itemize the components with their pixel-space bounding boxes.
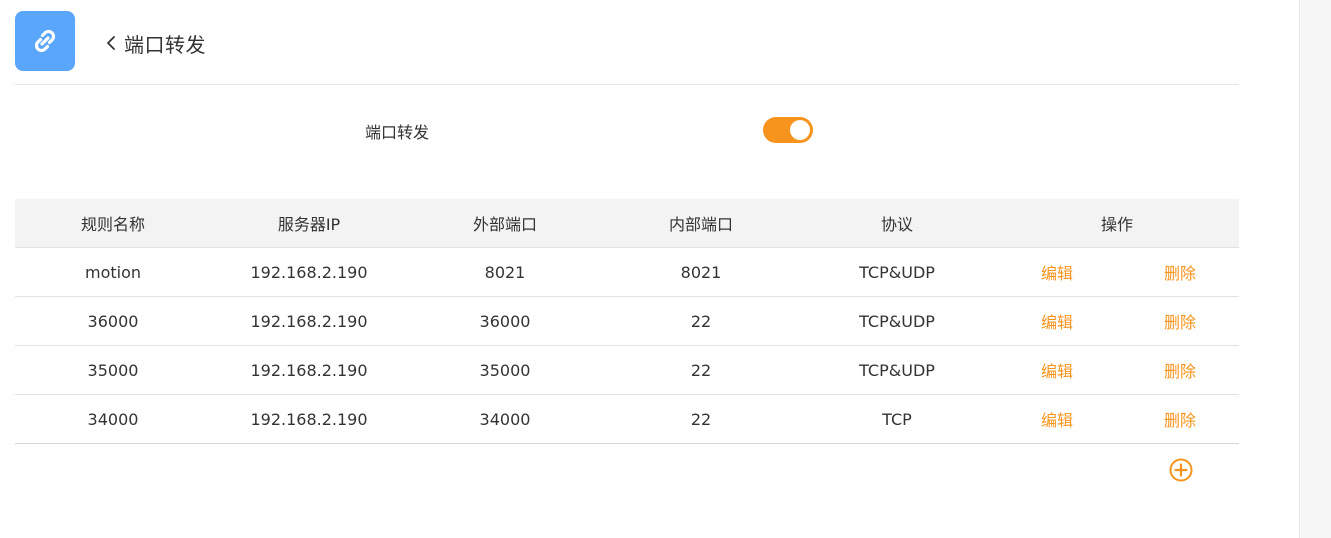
page-title: 端口转发 [124,32,206,57]
column-header-external-port: 外部端口 [407,199,603,248]
rule-name: 34000 [15,394,211,444]
server-ip: 192.168.2.190 [211,345,407,395]
delete-button[interactable]: 删除 [1073,260,1196,284]
delete-button[interactable]: 删除 [1073,309,1196,333]
column-header-protocol: 协议 [799,199,995,248]
rule-name: motion [15,247,211,297]
protocol: TCP&UDP [799,296,995,346]
table-row: 34000 192.168.2.190 34000 22 TCP 编辑 删除 [15,394,1239,444]
table-row: motion 192.168.2.190 8021 8021 TCP&UDP 编… [15,247,1239,297]
port-forward-table: 规则名称 服务器IP 外部端口 内部端口 协议 操作 motion 192.16… [15,199,1239,444]
edit-button[interactable]: 编辑 [995,358,1073,382]
external-port: 36000 [407,296,603,346]
server-ip: 192.168.2.190 [211,247,407,297]
add-rule-button[interactable] [1169,458,1193,482]
delete-button[interactable]: 删除 [1073,407,1196,431]
column-header-rule-name: 规则名称 [15,199,211,248]
table-header-row: 规则名称 服务器IP 外部端口 内部端口 协议 操作 [15,199,1239,248]
app-icon [15,11,75,71]
internal-port: 22 [603,345,799,395]
back-button[interactable]: 端口转发 [104,30,206,57]
protocol: TCP&UDP [799,345,995,395]
column-header-actions: 操作 [995,199,1239,248]
server-ip: 192.168.2.190 [211,296,407,346]
rule-name: 35000 [15,345,211,395]
table-row: 36000 192.168.2.190 36000 22 TCP&UDP 编辑 … [15,296,1239,346]
protocol: TCP&UDP [799,247,995,297]
toggle-knob [790,120,810,140]
protocol: TCP [799,394,995,444]
link-icon [34,29,56,53]
port-forward-toggle-label: 端口转发 [365,123,430,142]
external-port: 34000 [407,394,603,444]
port-forward-toggle[interactable] [763,117,813,143]
external-port: 35000 [407,345,603,395]
internal-port: 22 [603,296,799,346]
edit-button[interactable]: 编辑 [995,309,1073,333]
scrollbar-track[interactable] [1299,0,1331,538]
delete-button[interactable]: 删除 [1073,358,1196,382]
row-actions: 编辑 删除 [995,345,1239,395]
external-port: 8021 [407,247,603,297]
row-actions: 编辑 删除 [995,394,1239,444]
edit-button[interactable]: 编辑 [995,407,1073,431]
header-divider [15,84,1239,85]
column-header-internal-port: 内部端口 [603,199,799,248]
column-header-server-ip: 服务器IP [211,199,407,248]
internal-port: 8021 [603,247,799,297]
row-actions: 编辑 删除 [995,296,1239,346]
row-actions: 编辑 删除 [995,247,1239,297]
edit-button[interactable]: 编辑 [995,260,1073,284]
rule-name: 36000 [15,296,211,346]
chevron-left-icon [104,34,118,52]
internal-port: 22 [603,394,799,444]
server-ip: 192.168.2.190 [211,394,407,444]
table-row: 35000 192.168.2.190 35000 22 TCP&UDP 编辑 … [15,345,1239,395]
plus-circle-icon [1169,458,1193,482]
